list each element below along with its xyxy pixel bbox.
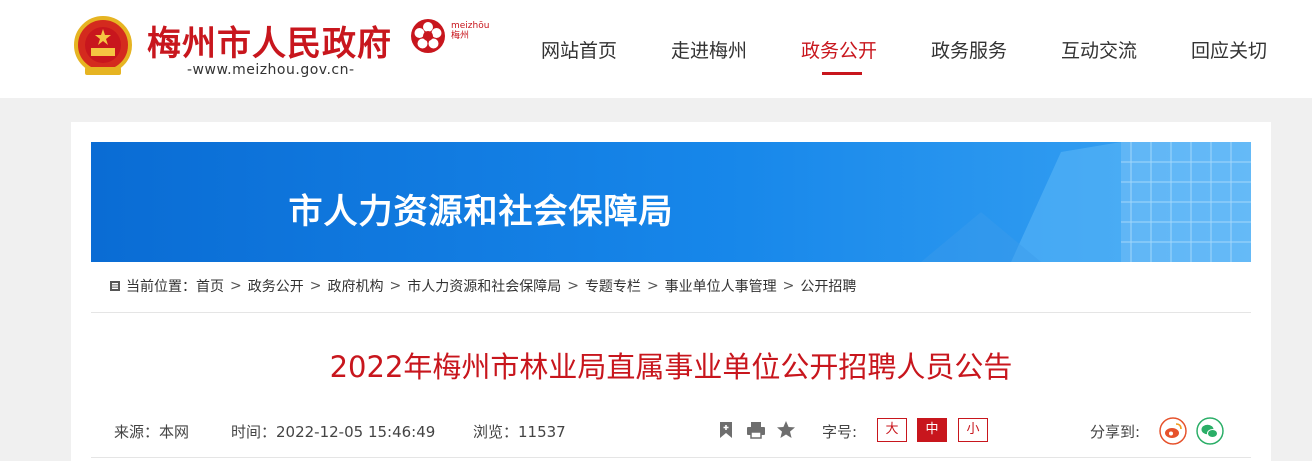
nav-government-affairs[interactable]: 政务公开 — [801, 36, 877, 63]
breadcrumb-item-home[interactable]: 首页 — [196, 276, 224, 296]
breadcrumb-item-government-affairs[interactable]: 政务公开 — [248, 276, 304, 296]
print-icon[interactable] — [746, 420, 766, 440]
star-icon[interactable] — [776, 420, 796, 440]
breadcrumb-separator: > — [389, 278, 402, 294]
breadcrumb-separator: > — [567, 278, 579, 294]
nav-about-meizhou[interactable]: 走进梅州 — [671, 36, 747, 63]
department-banner: 市人力资源和社会保障局 — [91, 142, 1251, 262]
nav-active-indicator — [822, 72, 862, 75]
article-source: 来源：本网 — [114, 423, 190, 441]
breadcrumb-item-special-topics[interactable]: 专题专栏 — [585, 276, 641, 296]
breadcrumb-item-recruitment[interactable]: 公开招聘 — [800, 276, 856, 296]
share-label: 分享到: — [1090, 423, 1141, 441]
breadcrumb-separator: > — [309, 278, 322, 294]
breadcrumb-divider — [91, 312, 1251, 313]
national-emblem-icon[interactable] — [71, 15, 135, 81]
font-size-large-button[interactable]: 大 — [877, 418, 907, 442]
bookmark-icon[interactable] — [716, 420, 736, 440]
font-size-small-button[interactable]: 小 — [958, 418, 988, 442]
breadcrumb-separator: > — [230, 278, 242, 294]
site-header: 梅州市人民政府 -www.meizhou.gov.cn- meizhōu 梅州 … — [0, 0, 1312, 98]
wechat-icon[interactable] — [1196, 417, 1224, 445]
site-title[interactable]: 梅州市人民政府 — [147, 16, 392, 65]
font-size-medium-button[interactable]: 中 — [917, 418, 947, 442]
nav-home[interactable]: 网站首页 — [541, 36, 617, 63]
site-url: -www.meizhou.gov.cn- — [187, 62, 355, 78]
nav-interaction[interactable]: 互动交流 — [1061, 36, 1137, 63]
skyscraper-illustration — [921, 142, 1251, 262]
nav-responses[interactable]: 回应关切 — [1191, 36, 1267, 63]
weibo-icon[interactable] — [1159, 417, 1187, 445]
meizhou-flower-logo-icon — [411, 19, 445, 53]
city-logo-text: meizhōu 梅州 — [451, 21, 490, 41]
font-size-label: 字号: — [822, 423, 858, 441]
article-views: 浏览：11537 — [473, 423, 566, 441]
article-time: 时间：2022-12-05 15:46:49 — [231, 423, 436, 441]
banner-title: 市人力资源和社会保障局 — [288, 192, 674, 232]
breadcrumb-item-hr-bureau[interactable]: 市人力资源和社会保障局 — [407, 276, 561, 296]
breadcrumb-separator: > — [646, 278, 659, 294]
breadcrumb: 当前位置： 首页 > 政务公开 > 政府机构 > 市人力资源和社会保障局 > 专… — [110, 276, 856, 296]
breadcrumb-label: 当前位置： — [126, 279, 196, 295]
article-title: 2022年梅州市林业局直属事业单位公开招聘人员公告 — [329, 350, 1013, 384]
breadcrumb-separator: > — [782, 278, 795, 294]
meta-divider — [91, 457, 1251, 458]
location-list-icon — [110, 281, 120, 291]
nav-government-services[interactable]: 政务服务 — [931, 36, 1007, 63]
breadcrumb-item-personnel-management[interactable]: 事业单位人事管理 — [665, 276, 777, 296]
breadcrumb-item-agencies[interactable]: 政府机构 — [327, 276, 383, 296]
